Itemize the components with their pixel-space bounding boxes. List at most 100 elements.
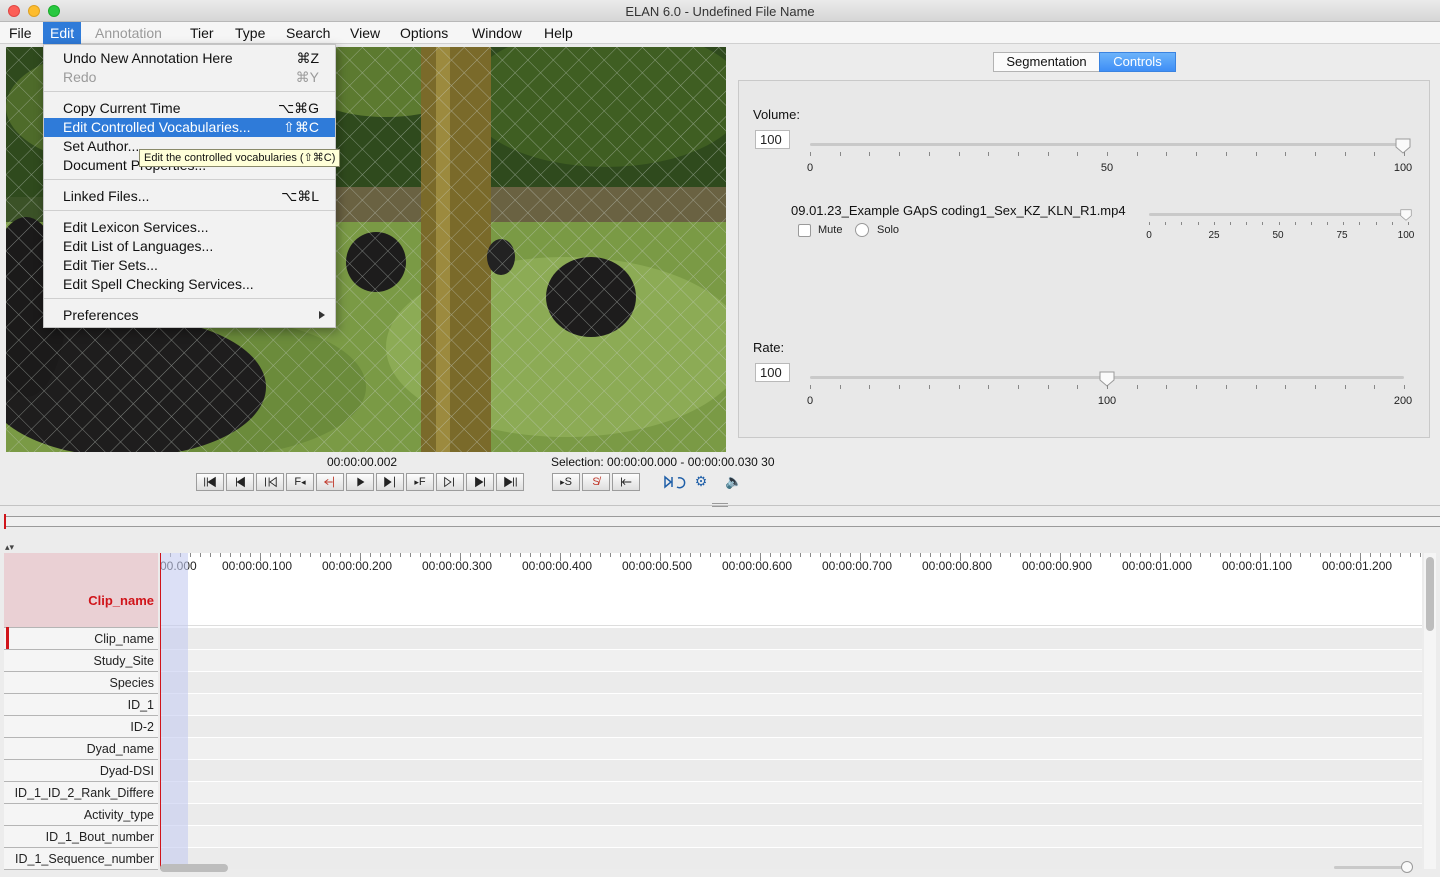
ruler-tick [690,553,691,557]
menu-item-linked-files[interactable]: Linked Files... ⌥⌘L [44,187,335,206]
tier-name: ID-2 [130,720,154,734]
ruler-label: 00:00:01.000 [1122,559,1193,573]
volume-value-field[interactable]: 100 [755,130,790,149]
tier-track-row[interactable] [160,671,1422,693]
player-settings-icon[interactable]: ⚙ [690,473,712,491]
menu-item-edit-spell-checking-services[interactable]: Edit Spell Checking Services... [44,275,335,294]
volume-slider-track[interactable] [810,143,1404,146]
slider-tick [1255,152,1257,156]
tier-label-row[interactable]: Species [4,672,158,694]
menu-item-preferences[interactable]: Preferences [44,306,335,325]
tier-name: ID_1_Sequence_number [15,852,154,866]
menu-file[interactable]: File [2,22,39,44]
slider-tick [1359,222,1361,225]
menu-type[interactable]: Type [228,22,272,44]
annotation-track-area[interactable] [160,573,1422,869]
tier-label-row[interactable]: ID_1_Bout_number [4,826,158,848]
collapse-expand-icon[interactable]: ▴▾ [5,542,14,553]
tier-track-row[interactable] [160,847,1422,869]
tier-track-row[interactable] [160,693,1422,715]
ruler-tick [850,553,851,557]
mute-checkbox[interactable] [798,224,811,237]
menu-item-undo[interactable]: Undo New Annotation Here ⌘Z [44,49,335,68]
next-second-button[interactable] [436,473,464,491]
tier-track-row[interactable] [160,627,1422,649]
go-to-begin-button[interactable] [196,473,224,491]
ruler-tick [580,553,581,557]
tier-label-row[interactable]: ID_1_ID_2_Rank_Differe [4,782,158,804]
previous-frame-button[interactable]: F◂ [286,473,314,491]
tier-label-row[interactable]: Clip_name [4,628,158,650]
menu-item-edit-list-of-languages[interactable]: Edit List of Languages... [44,237,335,256]
play-pause-button[interactable] [346,473,374,491]
overview-ruler[interactable] [4,514,1440,529]
next-frame-button[interactable]: ▸F [406,473,434,491]
tier-track-row[interactable] [160,759,1422,781]
solo-radio[interactable] [855,223,869,237]
tier-track-row[interactable] [160,715,1422,737]
media-volume-slider-track[interactable] [1149,213,1408,216]
menu-tier[interactable]: Tier [183,22,221,44]
tier-label-row[interactable]: ID-2 [4,716,158,738]
media-volume-slider-thumb[interactable] [1400,209,1412,221]
menu-item-shortcut: ⌘Z [296,50,319,66]
tier-track-row[interactable] [160,649,1422,671]
tier-track-row[interactable] [160,781,1422,803]
slider-tick [1017,152,1019,156]
tier-label-row[interactable]: Dyad_name [4,738,158,760]
previous-second-button[interactable] [256,473,284,491]
zoom-slider-track[interactable] [1334,866,1410,869]
ruler-tick [570,553,571,557]
menu-item-edit-controlled-vocabularies[interactable]: Edit Controlled Vocabularies... ⇧⌘C [44,118,335,137]
ruler-tick [930,553,931,557]
menu-item-copy-current-time[interactable]: Copy Current Time ⌥⌘G [44,99,335,118]
next-pixel-button[interactable] [376,473,404,491]
active-tier-header[interactable]: Clip_name [4,553,158,628]
slider-tick [988,152,990,156]
previous-pixel-button[interactable] [316,473,344,491]
menu-view[interactable]: View [343,22,387,44]
slider-tick [1404,152,1405,156]
menu-item-edit-lexicon-services[interactable]: Edit Lexicon Services... [44,218,335,237]
vertical-scroll-thumb[interactable] [1426,557,1434,631]
tab-segmentation[interactable]: Segmentation [993,52,1100,72]
ruler-tick [980,553,981,557]
tier-label-row[interactable]: ID_1_Sequence_number [4,848,158,870]
menu-help[interactable]: Help [537,22,580,44]
tier-label-row[interactable]: Activity_type [4,804,158,826]
previous-scrollview-button[interactable] [226,473,254,491]
tier-track-row[interactable] [160,825,1422,847]
go-to-end-button[interactable] [496,473,524,491]
timeline-vertical-scrollbar[interactable] [1424,553,1436,869]
tab-controls[interactable]: Controls [1099,52,1176,72]
tier-label-row[interactable]: Study_Site [4,650,158,672]
active-tier-track[interactable] [160,573,1422,626]
menu-options[interactable]: Options [393,22,455,44]
selection-mode-button[interactable] [612,473,640,491]
rate-value-field[interactable]: 100 [755,363,790,382]
ruler-tick [1240,553,1241,557]
time-ruler[interactable]: 00.00000:00:00.10000:00:00.20000:00:00.3… [160,553,1422,573]
tier-track-row[interactable] [160,803,1422,825]
zoom-slider-thumb[interactable] [1401,861,1413,873]
next-scrollview-button[interactable] [466,473,494,491]
tier-label-row[interactable]: Dyad-DSI [4,760,158,782]
play-selection-button[interactable]: ▸S [552,473,580,491]
ruler-label: 00:00:00.100 [222,559,293,573]
tier-track-row[interactable] [160,737,1422,759]
splitter-grip-icon[interactable] [712,503,728,507]
timeline-horizontal-scroll-thumb[interactable] [160,864,228,872]
loop-mode-button[interactable] [662,473,688,491]
menu-search[interactable]: Search [279,22,337,44]
menu-annotation[interactable]: Annotation [88,22,169,44]
menu-edit[interactable]: Edit [43,22,82,44]
tier-label-row[interactable]: ID_1 [4,694,158,716]
volume-icon[interactable]: 🔈 [723,473,745,491]
clear-selection-button[interactable]: S̸ [582,473,610,491]
menu-item-edit-tier-sets[interactable]: Edit Tier Sets... [44,256,335,275]
menu-item-redo[interactable]: Redo ⌘Y [44,68,335,87]
menu-item-label: Linked Files... [63,188,150,204]
ruler-tick [1210,553,1211,557]
menu-window[interactable]: Window [465,22,529,44]
volume-slider-thumb[interactable] [1395,138,1411,154]
